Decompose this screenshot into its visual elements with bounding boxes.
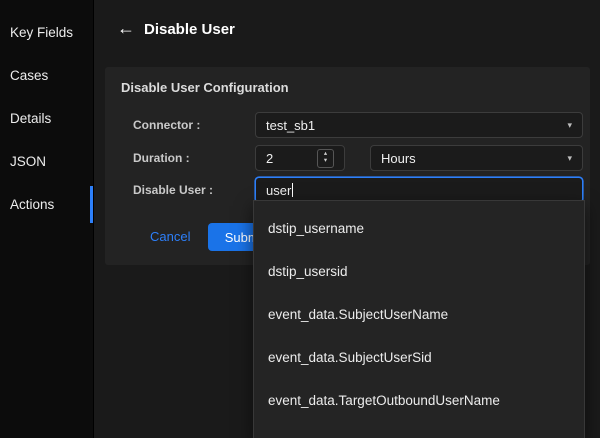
sidebar-item-label: Actions: [10, 197, 54, 212]
disable-user-value: user: [266, 183, 291, 198]
duration-unit-value: Hours: [381, 151, 416, 166]
stepper-down-icon[interactable]: ▾: [324, 158, 327, 165]
connector-select[interactable]: test_sb1 ▾: [255, 112, 583, 138]
sidebar-item-json[interactable]: JSON: [0, 140, 93, 183]
autocomplete-item[interactable]: dstip_username: [254, 207, 584, 250]
cancel-button[interactable]: Cancel: [150, 229, 190, 244]
text-cursor: [292, 183, 293, 197]
sidebar-item-actions[interactable]: Actions: [0, 183, 93, 226]
connector-label: Connector :: [133, 118, 255, 132]
connector-row: Connector : test_sb1 ▾: [133, 112, 583, 138]
autocomplete-item[interactable]: event_data.SubjectUserSid: [254, 336, 584, 379]
autocomplete-item[interactable]: event_data.TargetOutboundUserName: [254, 379, 584, 422]
autocomplete-item[interactable]: event_data.SubjectUserName: [254, 293, 584, 336]
sidebar-item-key-fields[interactable]: Key Fields: [0, 11, 93, 54]
page-title: Disable User: [144, 21, 235, 38]
sidebar-item-details[interactable]: Details: [0, 97, 93, 140]
chevron-down-icon: ▾: [567, 121, 572, 130]
duration-input[interactable]: 2 ▴ ▾: [255, 145, 345, 171]
back-arrow-icon[interactable]: ←: [117, 18, 135, 40]
app-root: Key Fields Cases Details JSON Actions ← …: [0, 0, 600, 438]
sidebar: Key Fields Cases Details JSON Actions: [0, 0, 94, 438]
duration-row: Duration : 2 ▴ ▾ Hours ▾: [133, 145, 583, 171]
sidebar-item-label: Cases: [10, 68, 48, 83]
sidebar-item-cases[interactable]: Cases: [0, 54, 93, 97]
panel-title: Disable User Configuration: [121, 80, 289, 95]
active-indicator: [90, 186, 93, 223]
autocomplete-dropdown: dstip_username dstip_usersid event_data.…: [253, 200, 585, 438]
sidebar-item-label: Key Fields: [10, 25, 73, 40]
disable-user-label: Disable User :: [133, 183, 255, 197]
number-stepper[interactable]: ▴ ▾: [317, 149, 334, 168]
duration-unit-select[interactable]: Hours ▾: [370, 145, 583, 171]
sidebar-item-label: Details: [10, 111, 51, 126]
chevron-down-icon: ▾: [567, 154, 572, 163]
duration-value: 2: [266, 151, 273, 166]
connector-value: test_sb1: [266, 118, 315, 133]
duration-label: Duration :: [133, 151, 255, 165]
sidebar-item-label: JSON: [10, 154, 46, 169]
autocomplete-item[interactable]: dstip_usersid: [254, 250, 584, 293]
